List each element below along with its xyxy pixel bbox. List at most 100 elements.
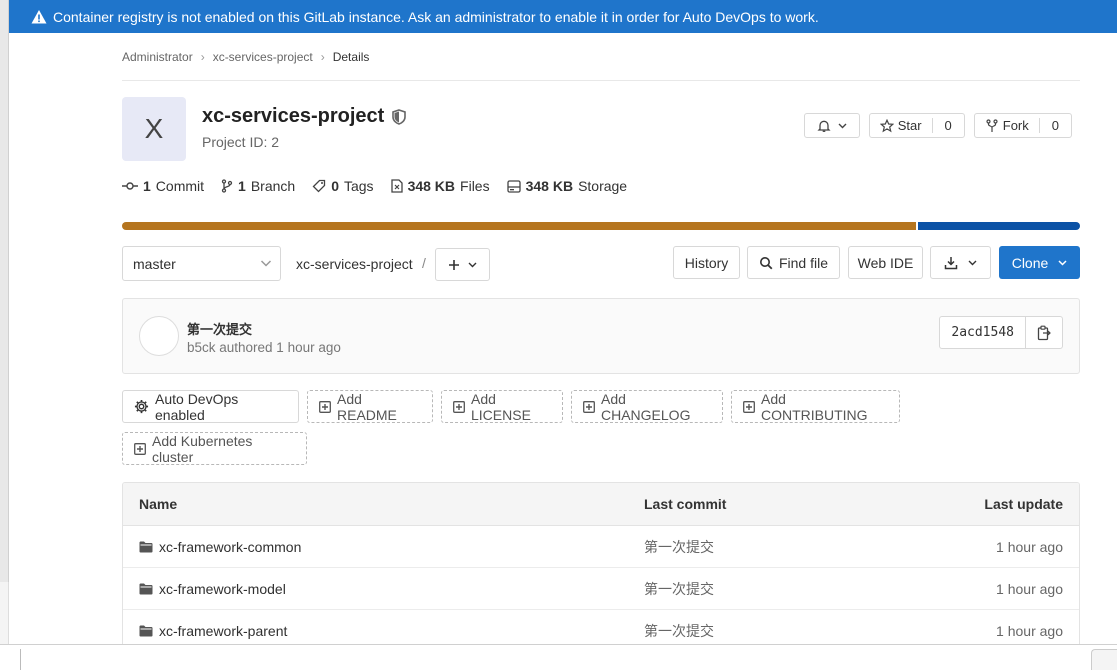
breadcrumb-administrator[interactable]: Administrator xyxy=(122,50,193,64)
fork-label: Fork xyxy=(1002,118,1029,133)
plus-square-icon xyxy=(583,400,595,413)
stat-commits[interactable]: 1 Commit xyxy=(122,178,204,194)
add-kubernetes-cluster-button[interactable]: Add Kubernetes cluster xyxy=(122,432,307,465)
add-contributing-button[interactable]: Add CONTRIBUTING xyxy=(731,390,900,423)
plus-icon xyxy=(448,259,460,271)
web-ide-button[interactable]: Web IDE xyxy=(848,246,923,279)
branches-label: Branch xyxy=(250,178,296,194)
add-readme-label: Add README xyxy=(337,390,397,423)
header-last-update: Last update xyxy=(984,496,1063,512)
tag-icon xyxy=(312,179,326,193)
last-commit-cell[interactable]: 第一次提交 xyxy=(644,621,714,641)
warning-icon xyxy=(31,9,47,25)
breadcrumb-details[interactable]: Details xyxy=(333,50,370,64)
fork-button[interactable]: Fork 0 xyxy=(973,113,1072,138)
plus-square-icon xyxy=(453,400,465,413)
language-segment[interactable] xyxy=(918,222,1080,230)
commit-icon xyxy=(122,181,138,191)
plus-square-icon xyxy=(319,400,331,413)
alert-message: Container registry is not enabled on thi… xyxy=(53,8,819,25)
gear-icon xyxy=(134,399,149,414)
avatar[interactable] xyxy=(139,316,179,356)
project-actions: Star 0 Fork 0 xyxy=(803,113,1072,138)
fork-icon xyxy=(985,118,999,133)
table-row[interactable]: xc-framework-model 第一次提交 1 hour ago xyxy=(123,568,1079,610)
history-label: History xyxy=(684,254,729,271)
stat-branches[interactable]: 1 Branch xyxy=(221,178,295,194)
branch-name: master xyxy=(133,255,176,272)
project-id: Project ID: 2 xyxy=(202,134,280,150)
add-readme-button[interactable]: Add README xyxy=(307,390,433,423)
star-button[interactable]: Star 0 xyxy=(868,113,965,138)
add-license-button[interactable]: Add LICENSE xyxy=(441,390,563,423)
page-title: xc-services-project xyxy=(202,105,407,128)
header-last-commit: Last commit xyxy=(644,496,727,512)
project-header: X xc-services-project Project ID: 2 Star… xyxy=(122,97,1080,181)
stat-files[interactable]: 348 KB Files xyxy=(390,178,490,194)
folder-name: xc-framework-common xyxy=(159,538,302,555)
language-segment[interactable] xyxy=(122,222,916,230)
star-icon xyxy=(879,118,894,133)
stat-tags[interactable]: 0 Tags xyxy=(312,178,374,194)
scroll-corner[interactable] xyxy=(1091,649,1117,670)
find-file-label: Find file xyxy=(778,254,829,271)
clone-label: Clone xyxy=(1011,254,1049,271)
repository-toolbar: master xc-services-project / History Fin… xyxy=(122,246,1080,282)
commit-title[interactable]: 第一次提交 xyxy=(187,319,252,338)
tags-label: Tags xyxy=(343,178,374,194)
add-changelog-button[interactable]: Add CHANGELOG xyxy=(571,390,723,423)
commit-meta: b5ck authored 1 hour ago xyxy=(187,340,341,355)
star-label: Star xyxy=(897,118,922,133)
folder-icon xyxy=(139,541,153,553)
folder-icon xyxy=(139,625,153,637)
plus-square-icon xyxy=(743,400,755,413)
chevron-down-icon xyxy=(260,257,272,269)
last-commit-cell[interactable]: 第一次提交 xyxy=(644,537,714,557)
stat-storage[interactable]: 348 KB Storage xyxy=(506,178,628,194)
commit-sha-group: 2acd1548 xyxy=(939,316,1063,349)
browser-status-bar xyxy=(0,644,1117,670)
breadcrumb: Administrator › xc-services-project › De… xyxy=(122,33,1080,81)
find-file-button[interactable]: Find file xyxy=(747,246,840,279)
folder-name: xc-framework-parent xyxy=(159,622,288,639)
breadcrumb-project[interactable]: xc-services-project xyxy=(213,50,313,64)
copy-sha-button[interactable] xyxy=(1026,317,1062,348)
file-name-cell[interactable]: xc-framework-parent xyxy=(139,623,287,639)
storage-label: Storage xyxy=(578,178,628,194)
history-button[interactable]: History xyxy=(673,246,740,279)
window-edge xyxy=(0,0,9,582)
folder-icon xyxy=(139,583,153,595)
last-commit-panel: 第一次提交 b5ck authored 1 hour ago 2acd1548 xyxy=(122,298,1080,374)
commit-sha[interactable]: 2acd1548 xyxy=(940,317,1026,348)
chevron-down-icon xyxy=(838,123,847,129)
file-name-cell[interactable]: xc-framework-common xyxy=(139,539,301,555)
clone-button[interactable]: Clone xyxy=(999,246,1080,279)
last-update-cell: 1 hour ago xyxy=(996,622,1063,639)
notification-button[interactable] xyxy=(803,113,860,138)
fork-count[interactable]: 0 xyxy=(1038,118,1071,133)
auto-devops-button[interactable]: Auto DevOps enabled xyxy=(122,390,299,423)
files-label: Files xyxy=(460,178,490,194)
breadcrumb-chevron-icon: › xyxy=(200,49,205,64)
project-content: Administrator › xc-services-project › De… xyxy=(122,33,1080,181)
table-row[interactable]: xc-framework-common 第一次提交 1 hour ago xyxy=(123,526,1079,568)
clipboard-icon xyxy=(1037,325,1051,341)
branch-icon xyxy=(221,179,233,193)
repository-languages-bar[interactable] xyxy=(122,222,1080,230)
last-commit-cell[interactable]: 第一次提交 xyxy=(644,579,714,599)
repository-path[interactable]: xc-services-project xyxy=(296,256,413,272)
project-avatar: X xyxy=(122,97,186,161)
add-to-tree-button[interactable] xyxy=(435,248,490,281)
header-name: Name xyxy=(139,496,178,512)
add-changelog-label: Add CHANGELOG xyxy=(601,390,691,423)
download-button[interactable] xyxy=(930,246,991,279)
file-name-cell[interactable]: xc-framework-model xyxy=(139,581,286,597)
chevron-down-icon xyxy=(468,262,477,268)
divider xyxy=(20,649,21,670)
file-tree-table: Name Last commit Last update xc-framewor… xyxy=(122,482,1080,653)
star-count[interactable]: 0 xyxy=(931,118,964,133)
window-edge-lower xyxy=(0,582,9,644)
add-license-label: Add LICENSE xyxy=(471,390,531,423)
branch-select[interactable]: master xyxy=(122,246,281,281)
bell-icon xyxy=(817,119,831,133)
